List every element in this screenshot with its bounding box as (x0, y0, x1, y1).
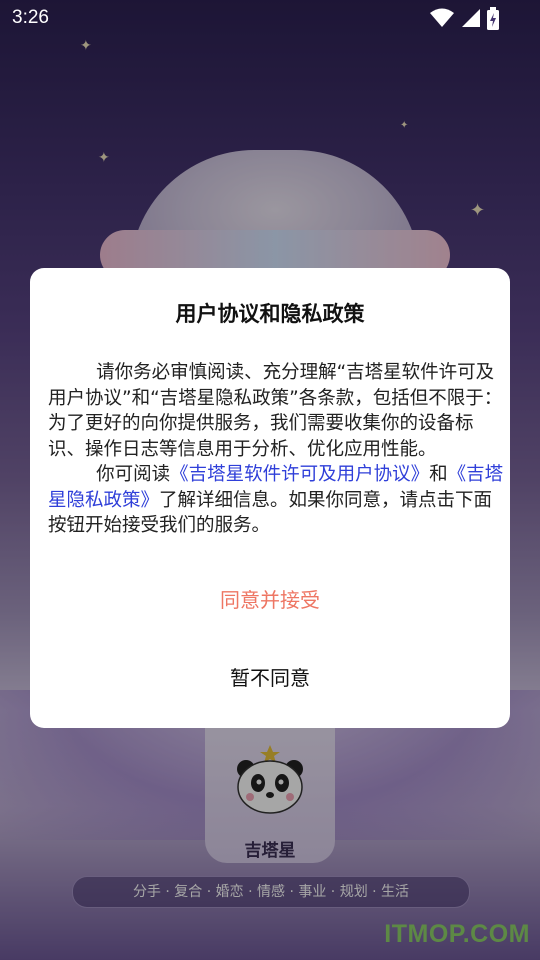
battery-icon (486, 7, 500, 36)
agree-button[interactable]: 同意并接受 (30, 580, 510, 620)
wifi-icon (430, 7, 454, 34)
privacy-dialog: 用户协议和隐私政策 请你务必审慎阅读、充分理解“吉塔星软件许可及用户协议”和“吉… (30, 268, 510, 728)
signal-icon (460, 7, 480, 34)
screen: ✦ ✦ ✦ ✦ 吉塔星 分手 · 复合 · 婚恋 · 情感 · 事业 · 规划 … (0, 0, 540, 960)
status-time: 3:26 (12, 7, 49, 28)
para2-and: 和 (429, 464, 448, 485)
disagree-button[interactable]: 暂不同意 (30, 658, 510, 698)
status-bar: 3:26 (0, 0, 540, 36)
para2-prefix: 你可阅读 (96, 464, 171, 485)
dialog-paragraph-1: 请你务必审慎阅读、充分理解“吉塔星软件许可及用户协议”和“吉塔星隐私政策”各条款… (48, 362, 503, 460)
dialog-title: 用户协议和隐私政策 (175, 302, 365, 326)
dialog-body: 请你务必审慎阅读、充分理解“吉塔星软件许可及用户协议”和“吉塔星隐私政策”各条款… (48, 360, 504, 539)
dialog-paragraph-2: 你可阅读《吉塔星软件许可及用户协议》和《吉塔星隐私政策》了解详细信息。如果你同意… (48, 462, 504, 539)
user-agreement-link[interactable]: 《吉塔星软件许可及用户协议》 (170, 464, 429, 485)
